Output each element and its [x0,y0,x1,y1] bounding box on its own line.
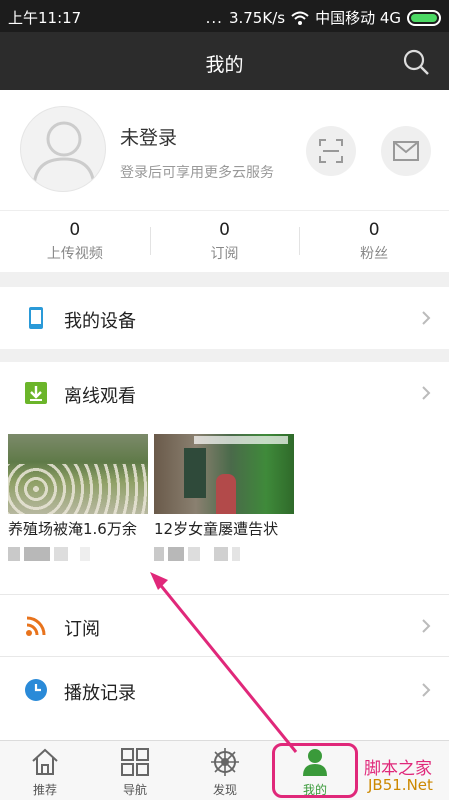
chevron-right-icon [422,311,431,325]
video-title: 养殖场被淹1.6万余 [8,520,137,538]
login-status[interactable]: 未登录 [120,123,177,150]
status-bar: 上午11:17 ... 3.75K/s 中国移动 4G [0,0,449,32]
scan-icon [319,139,343,163]
stat-uploads[interactable]: 0 上传视频 [0,211,150,272]
menu-item-subscribe[interactable]: 订阅 [0,594,449,656]
battery-icon [407,9,441,26]
scan-button[interactable] [306,126,356,176]
mail-icon [393,141,419,161]
menu-label: 离线观看 [64,386,136,407]
video-thumbnail[interactable] [8,434,148,514]
stat-count: 0 [219,220,230,240]
tab-recommend[interactable]: 推荐 [0,741,90,800]
download-icon [25,382,47,404]
stat-label: 订阅 [210,246,239,262]
menu-label: 订阅 [64,619,100,640]
menu-item-offline[interactable]: 离线观看 [0,362,449,424]
stat-count: 0 [368,220,380,240]
message-button[interactable] [381,126,431,176]
login-hint: 登录后可享用更多云服务 [120,165,274,181]
chevron-right-icon [422,619,431,633]
chevron-right-icon [422,683,431,697]
tab-discover[interactable]: 发现 [180,741,270,800]
tab-mine[interactable]: 我的 [270,741,360,800]
menu-label: 播放记录 [64,683,136,704]
tab-label: 推荐 [32,783,57,797]
video-title: 12岁女童屡遭告状 [154,520,279,538]
profile-card: 未登录 登录后可享用更多云服务 [0,90,449,210]
stat-followers[interactable]: 0 粉丝 [299,211,449,272]
default-avatar-icon [32,121,96,190]
phone-icon [29,307,43,329]
user-icon [303,749,327,776]
video-thumbnail[interactable] [154,434,294,514]
tab-navigation[interactable]: 导航 [90,741,180,800]
menu-item-devices[interactable]: 我的设备 [0,287,449,349]
video-card[interactable]: 养殖场被淹1.6万余 [8,434,148,561]
page-title: 我的 [205,54,244,76]
clock-icon [25,679,47,701]
avatar[interactable] [20,106,106,192]
menu-item-history[interactable]: 播放记录 [0,656,449,740]
search-icon[interactable] [401,47,431,77]
status-right: ... 3.75K/s 中国移动 4G [206,7,441,28]
network-speed: 3.75K/s [228,8,286,27]
rss-icon [26,616,46,636]
status-time: 上午11:17 [8,9,82,27]
blurred-meta [154,547,294,561]
stats-bar: 0 上传视频 0 订阅 0 粉丝 [0,210,449,272]
tab-label: 我的 [302,783,327,797]
stat-subscriptions[interactable]: 0 订阅 [149,211,300,272]
tab-label: 导航 [122,783,147,797]
watermark-site-url: JB51.Net [368,776,433,794]
wheel-icon [211,748,239,776]
offline-video-list: 养殖场被淹1.6万余 12岁女童屡遭告状 [8,434,294,561]
offline-section: 离线观看 养殖场被淹1.6万余 12岁女童屡遭告状 [0,362,449,594]
stat-count: 0 [69,220,81,240]
status-dots: ... [205,8,223,27]
stat-label: 上传视频 [46,246,103,262]
grid-icon [121,748,149,776]
video-card[interactable]: 12岁女童屡遭告状 [154,434,294,561]
tab-label: 发现 [212,783,237,797]
home-icon [32,748,58,775]
blurred-meta [8,547,148,561]
title-bar: 我的 [0,32,449,90]
wifi-icon [291,11,309,25]
carrier-label: 中国移动 4G [315,9,401,27]
stat-label: 粉丝 [360,246,389,262]
chevron-right-icon [422,386,431,400]
menu-label: 我的设备 [64,311,136,332]
